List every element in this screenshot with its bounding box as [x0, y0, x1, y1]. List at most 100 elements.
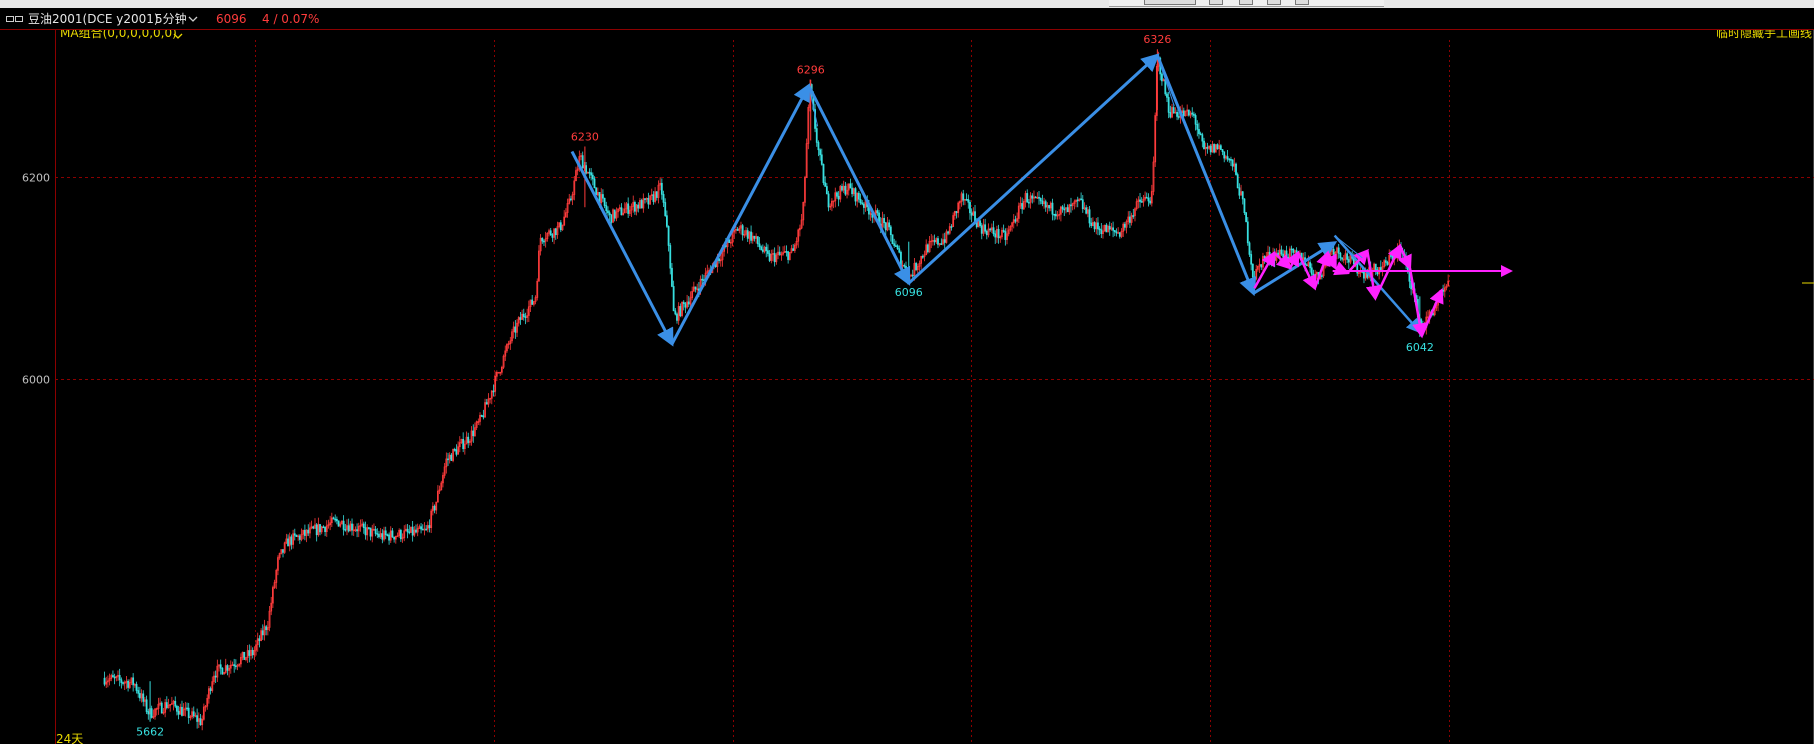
price-extreme-label: 5662: [136, 726, 164, 739]
candle-body: [347, 525, 350, 532]
candle-body: [613, 209, 616, 219]
candle-body: [551, 234, 554, 238]
candle-body: [450, 454, 453, 461]
candle-body: [485, 402, 488, 405]
candle-body: [667, 226, 670, 246]
y-tick-label: 6000: [22, 374, 50, 387]
candle-body: [836, 192, 838, 197]
candle-body: [893, 243, 896, 246]
last-price: 6096: [216, 12, 247, 26]
candle-body: [844, 185, 847, 195]
candle-body: [1149, 200, 1152, 204]
candle-body: [590, 172, 593, 176]
candle-body: [1236, 174, 1239, 189]
drawing-toolbox[interactable]: [1109, 0, 1384, 7]
candle-body: [595, 187, 598, 196]
candle-body: [756, 236, 759, 245]
candle-body: [1041, 200, 1044, 205]
toolbox-field[interactable]: [1144, 0, 1196, 5]
candle-body: [1339, 252, 1342, 259]
candle-body: [989, 228, 992, 231]
candle-body: [1238, 187, 1241, 196]
candle-body: [736, 228, 739, 231]
candle-body: [620, 207, 623, 216]
candle-body: [1113, 230, 1116, 233]
candle-body: [1004, 231, 1007, 240]
toolbox-button[interactable]: [1295, 0, 1309, 5]
candle-body: [684, 303, 687, 308]
candle-body: [1337, 247, 1340, 254]
candle-body: [827, 193, 830, 208]
candle-body: [1332, 248, 1335, 255]
candle-body: [1386, 262, 1389, 265]
candle-body: [480, 415, 483, 417]
candle-body: [1250, 254, 1253, 265]
candle-body: [1327, 258, 1330, 261]
candle-body: [962, 193, 965, 201]
candle-body: [994, 233, 997, 238]
candle-body: [767, 250, 769, 254]
candle-body: [943, 239, 946, 243]
price-extreme-label: 6042: [1406, 341, 1434, 354]
candle-body: [841, 186, 843, 191]
window-icon[interactable]: [6, 10, 24, 30]
candle-body: [1140, 201, 1143, 203]
candle-body: [1282, 253, 1285, 258]
hide-drawings-label[interactable]: 临时隐藏手工画线: [1716, 30, 1812, 40]
candle-body: [851, 187, 854, 195]
candle-body: [199, 718, 202, 726]
candle-body: [467, 436, 470, 443]
candle-body: [303, 529, 306, 536]
candle-body: [1221, 149, 1224, 153]
candle-body: [627, 203, 630, 214]
candle-body: [265, 626, 268, 630]
candle-body: [160, 702, 163, 714]
symbol-label[interactable]: 豆油2001(DCE y2001): [28, 9, 159, 29]
candle-body: [364, 527, 367, 536]
candle-body: [1390, 255, 1392, 257]
candle-body: [608, 212, 611, 215]
candle-body: [1129, 216, 1131, 223]
candle-body: [234, 665, 237, 668]
candle-body: [103, 677, 106, 685]
candle-body: [332, 517, 335, 520]
candle-body: [888, 222, 891, 228]
candle-body: [1223, 151, 1226, 159]
candle-body: [815, 128, 818, 143]
candle-body: [862, 203, 865, 208]
ma-label[interactable]: MA组合(0,0,0,0,0,0): [60, 30, 177, 40]
candle-body: [219, 664, 222, 669]
price-extreme-label: 6296: [797, 64, 825, 77]
candle-body: [728, 239, 731, 243]
candle-body: [1034, 196, 1037, 199]
candle-body: [1199, 133, 1202, 136]
toolbox-button[interactable]: [1267, 0, 1281, 5]
candle-body: [1245, 212, 1248, 223]
candle-body: [524, 316, 527, 318]
candle-body: [1038, 196, 1040, 199]
candle-body: [765, 246, 768, 251]
candle-body: [967, 199, 970, 203]
candle-body: [406, 528, 409, 533]
candle-body: [1145, 196, 1148, 199]
candle-body: [378, 534, 380, 538]
candle-body: [351, 523, 353, 531]
price-chart[interactable]: 6200 6000 6230 6296 6326 6096 6042 5662 MA组合(0…: [0, 30, 1814, 744]
toolbox-button[interactable]: [1239, 0, 1253, 5]
candle-body: [1169, 112, 1172, 118]
candle-body: [1053, 213, 1056, 216]
candle-body: [1374, 263, 1377, 270]
candle-body: [1295, 250, 1298, 253]
candle-body: [1290, 248, 1293, 251]
candle-body: [837, 195, 840, 200]
period-label[interactable]: 5分钟: [155, 9, 187, 29]
candle-body: [322, 526, 325, 529]
title-strip: [0, 0, 1814, 8]
candle-body: [421, 528, 424, 531]
candle-body: [1172, 107, 1175, 114]
candle-body: [384, 530, 387, 536]
toolbox-button[interactable]: [1209, 0, 1223, 5]
candle-body: [492, 390, 495, 393]
candle-body: [1100, 229, 1103, 234]
candle-body: [1346, 253, 1349, 260]
